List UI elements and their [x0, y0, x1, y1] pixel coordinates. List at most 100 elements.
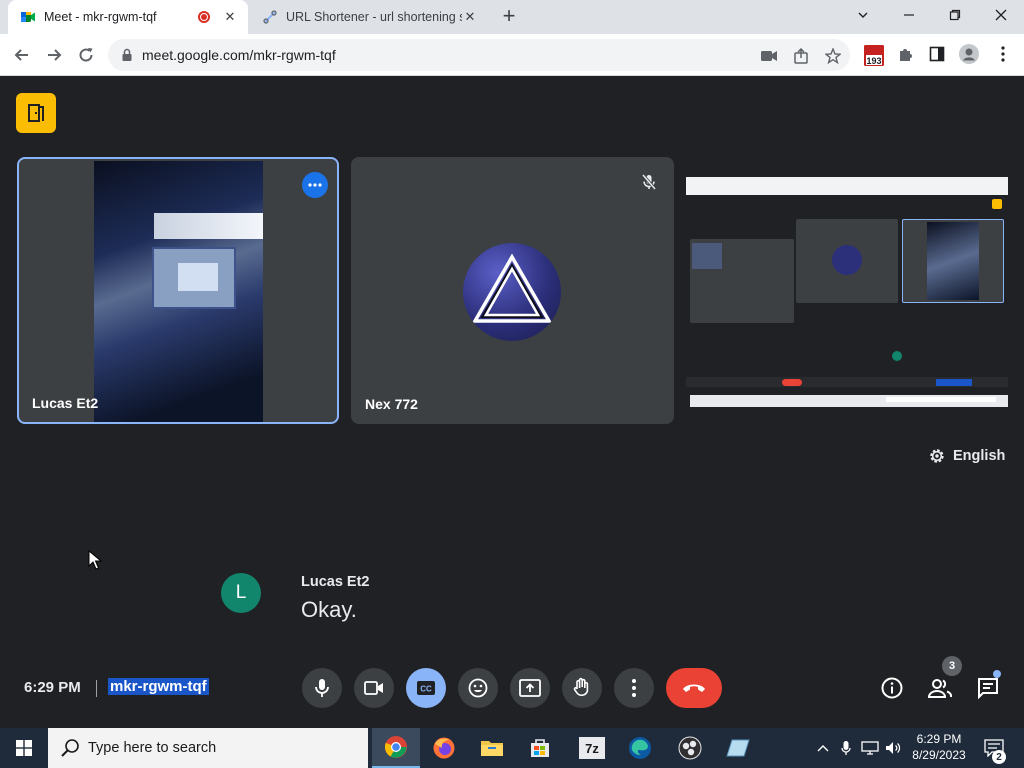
clock-date: 8/29/2023: [912, 748, 966, 762]
link-icon: [263, 10, 277, 24]
microphone-tray-icon[interactable]: [838, 728, 854, 768]
people-button[interactable]: [926, 674, 954, 702]
leave-call-button[interactable]: [666, 668, 722, 708]
lock-icon: [122, 48, 132, 61]
reload-button[interactable]: [74, 43, 98, 67]
triangle-logo-icon: [471, 253, 553, 323]
taskbar-edge[interactable]: [616, 728, 664, 768]
meeting-details-button[interactable]: [16, 93, 56, 133]
more-vertical-icon: [632, 679, 636, 697]
tab-title: URL Shortener - url shortening se: [286, 10, 462, 24]
close-tab-icon[interactable]: ✕: [462, 9, 478, 25]
network-icon[interactable]: [860, 728, 880, 768]
svg-text:CC: CC: [420, 685, 432, 694]
restore-window-button[interactable]: [932, 0, 978, 30]
close-tab-icon[interactable]: ✕: [222, 9, 238, 25]
reactions-button[interactable]: [458, 668, 498, 708]
caption-language-button[interactable]: English: [928, 446, 1005, 466]
caption-language-label: English: [953, 448, 1006, 464]
present-screen-button[interactable]: [510, 668, 550, 708]
hang-up-icon: [683, 684, 705, 692]
tab-search-icon[interactable]: [840, 0, 886, 30]
taskbar-firefox[interactable]: [420, 728, 468, 768]
tab-url-shortener[interactable]: URL Shortener - url shortening se ✕: [250, 0, 488, 34]
gear-icon: [930, 449, 944, 463]
participant-video: [94, 161, 263, 422]
captions-button[interactable]: CC: [406, 668, 446, 708]
extensions-puzzle-icon[interactable]: [895, 43, 917, 65]
forward-button[interactable]: [42, 43, 66, 67]
caption-speaker-avatar: L: [221, 573, 261, 613]
minimize-window-button[interactable]: [886, 0, 932, 30]
meeting-code[interactable]: mkr-rgwm-tqf: [108, 678, 209, 695]
extension-badge: 193: [866, 56, 882, 66]
taskbar-search-box[interactable]: Type here to search: [48, 728, 368, 768]
side-panel-icon[interactable]: [926, 43, 948, 65]
info-icon: [881, 677, 903, 699]
search-icon: [61, 739, 79, 757]
camera-in-use-icon[interactable]: [760, 47, 778, 65]
raise-hand-button[interactable]: [562, 668, 602, 708]
taskbar-search-placeholder: Type here to search: [88, 740, 217, 756]
people-icon: [927, 679, 953, 698]
participant-name: Nex 772: [365, 396, 418, 412]
door-icon: [28, 104, 44, 122]
tab-meet[interactable]: Meet - mkr-rgwm-tqf ✕: [8, 0, 248, 34]
close-window-button[interactable]: [978, 0, 1024, 30]
taskbar-file-explorer[interactable]: [468, 728, 516, 768]
app-window-icon: [726, 739, 750, 757]
store-icon: [531, 739, 549, 757]
google-meet-icon: [21, 12, 35, 22]
share-icon[interactable]: [792, 47, 810, 65]
shared-screen-thumbnail: [686, 177, 1008, 407]
mouse-cursor-icon: [88, 550, 102, 570]
chevron-up-icon: [817, 745, 829, 752]
more-options-button[interactable]: [614, 668, 654, 708]
edge-icon: [629, 737, 651, 759]
recording-indicator-icon: [198, 11, 210, 23]
present-icon: [519, 679, 541, 697]
closed-captions-icon: CC: [417, 681, 435, 695]
browser-tab-strip: Meet - mkr-rgwm-tqf ✕ URL Shortener - ur…: [0, 0, 1024, 34]
bookmark-star-icon[interactable]: [824, 47, 842, 65]
svg-text:7z: 7z: [585, 741, 599, 756]
volume-icon[interactable]: [884, 728, 904, 768]
more-dots-icon: [308, 183, 322, 187]
extension-calendar-icon[interactable]: 193: [862, 43, 886, 67]
address-bar[interactable]: meet.google.com/mkr-rgwm-tqf: [108, 39, 850, 71]
7zip-icon: 7z: [579, 737, 605, 759]
tile-options-button[interactable]: [302, 172, 328, 198]
profile-avatar-icon[interactable]: [958, 43, 980, 65]
microphone-icon: [315, 679, 329, 697]
windows-taskbar: Type here to search 7z 6:29 PM 8/29/2023: [0, 728, 1024, 768]
back-button[interactable]: [10, 43, 34, 67]
presentation-tile[interactable]: [686, 157, 1008, 424]
chat-unread-dot: [993, 670, 1001, 678]
taskbar-chrome[interactable]: [372, 728, 420, 768]
clock-time: 6:29 PM: [916, 732, 962, 746]
obs-icon: [678, 736, 702, 760]
browser-menu-icon[interactable]: [992, 43, 1014, 65]
chat-icon: [978, 678, 998, 699]
meeting-info-button[interactable]: [878, 674, 906, 702]
participant-avatar: [463, 243, 561, 341]
chat-button[interactable]: [974, 674, 1002, 702]
camera-button[interactable]: [354, 668, 394, 708]
taskbar-7zip[interactable]: 7z: [568, 728, 616, 768]
caption-text: Okay.: [301, 597, 357, 622]
new-tab-button[interactable]: +: [498, 5, 520, 28]
caption-speaker-name: Lucas Et2: [301, 574, 370, 590]
taskbar-app[interactable]: [714, 728, 762, 768]
show-hidden-icons-button[interactable]: [814, 728, 832, 768]
start-button[interactable]: [0, 728, 48, 768]
folder-icon: [481, 741, 503, 756]
participant-name: Lucas Et2: [32, 395, 99, 411]
tab-title: Meet - mkr-rgwm-tqf: [44, 10, 157, 24]
taskbar-obs[interactable]: [666, 728, 714, 768]
participant-tile-lucas[interactable]: Lucas Et2: [17, 157, 339, 424]
taskbar-clock[interactable]: 6:29 PM 8/29/2023: [906, 731, 972, 763]
microphone-button[interactable]: [302, 668, 342, 708]
participant-tile-nex[interactable]: Nex 772: [351, 157, 674, 424]
taskbar-microsoft-store[interactable]: [516, 728, 564, 768]
chrome-icon: [384, 736, 407, 758]
